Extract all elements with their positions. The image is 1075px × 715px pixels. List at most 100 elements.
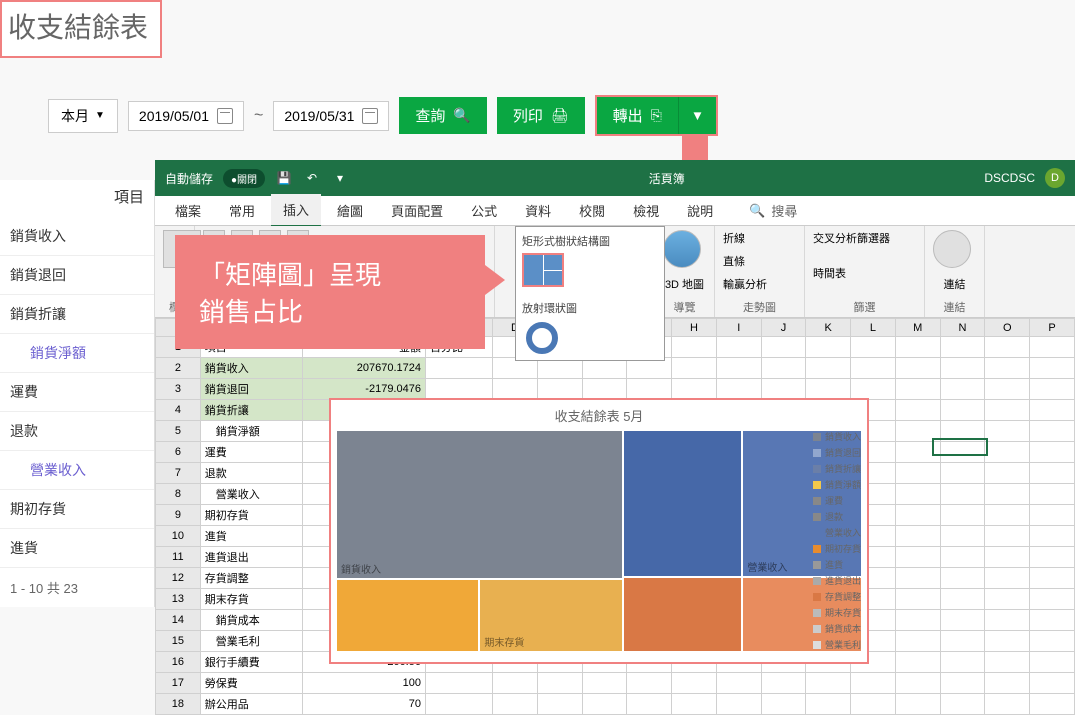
- cell[interactable]: [537, 379, 582, 400]
- cell[interactable]: [985, 337, 1030, 358]
- cell[interactable]: [895, 358, 940, 379]
- cell[interactable]: [582, 379, 627, 400]
- cell[interactable]: [895, 589, 940, 610]
- row-number[interactable]: 14: [156, 610, 201, 631]
- cell[interactable]: [985, 463, 1030, 484]
- cell[interactable]: [985, 568, 1030, 589]
- cell[interactable]: [895, 505, 940, 526]
- cell[interactable]: [940, 337, 985, 358]
- cell[interactable]: 期初存貨: [200, 505, 302, 526]
- cell[interactable]: 運費: [200, 442, 302, 463]
- cell[interactable]: [806, 694, 851, 715]
- col-header[interactable]: J: [761, 319, 806, 337]
- cell[interactable]: [895, 652, 940, 673]
- cell[interactable]: [806, 673, 851, 694]
- cell[interactable]: [761, 358, 806, 379]
- sparkline-line[interactable]: 折線: [723, 233, 745, 245]
- row-number[interactable]: 4: [156, 400, 201, 421]
- cell[interactable]: [895, 673, 940, 694]
- sidebar-item[interactable]: 進貨: [0, 529, 154, 568]
- cell[interactable]: [851, 673, 896, 694]
- export-button[interactable]: 轉出 ⎘: [597, 97, 679, 134]
- cell[interactable]: [895, 547, 940, 568]
- sidebar-item[interactable]: 銷貨折讓: [0, 295, 154, 334]
- cell[interactable]: [761, 337, 806, 358]
- cell[interactable]: 70: [303, 694, 426, 715]
- cell[interactable]: -2179.0476: [303, 379, 426, 400]
- cell[interactable]: [985, 610, 1030, 631]
- cell[interactable]: [1030, 421, 1075, 442]
- cell[interactable]: [806, 337, 851, 358]
- row-number[interactable]: 6: [156, 442, 201, 463]
- cell[interactable]: [940, 400, 985, 421]
- cell[interactable]: [895, 631, 940, 652]
- row-number[interactable]: 17: [156, 673, 201, 694]
- cell[interactable]: [985, 526, 1030, 547]
- sidebar-item[interactable]: 運費: [0, 373, 154, 412]
- cell[interactable]: [1030, 673, 1075, 694]
- cell[interactable]: [1030, 631, 1075, 652]
- cell[interactable]: [627, 673, 672, 694]
- cell[interactable]: 207670.1724: [303, 358, 426, 379]
- cell[interactable]: 進貨: [200, 526, 302, 547]
- row-number[interactable]: 12: [156, 568, 201, 589]
- cell[interactable]: [985, 400, 1030, 421]
- cell[interactable]: [895, 694, 940, 715]
- cell[interactable]: [761, 694, 806, 715]
- cell[interactable]: [672, 337, 717, 358]
- cell[interactable]: [851, 379, 896, 400]
- cell[interactable]: 銷貨成本: [200, 610, 302, 631]
- cell[interactable]: [985, 631, 1030, 652]
- cell[interactable]: [985, 547, 1030, 568]
- cell[interactable]: [985, 694, 1030, 715]
- cell[interactable]: [672, 673, 717, 694]
- cell[interactable]: [1030, 358, 1075, 379]
- cell[interactable]: [627, 379, 672, 400]
- cell[interactable]: [1030, 400, 1075, 421]
- 3d-map-icon[interactable]: [663, 230, 701, 268]
- tab-help[interactable]: 說明: [675, 195, 725, 226]
- cell[interactable]: [493, 379, 538, 400]
- cell[interactable]: [851, 694, 896, 715]
- cell[interactable]: [895, 568, 940, 589]
- row-number[interactable]: 18: [156, 694, 201, 715]
- cell[interactable]: [1030, 547, 1075, 568]
- period-dropdown[interactable]: 本月 ▼: [48, 99, 118, 133]
- cell[interactable]: [1030, 589, 1075, 610]
- cell[interactable]: [425, 358, 492, 379]
- cell[interactable]: [1030, 379, 1075, 400]
- save-icon[interactable]: 💾: [275, 169, 293, 187]
- cell[interactable]: [1030, 484, 1075, 505]
- cell[interactable]: [425, 379, 492, 400]
- cell[interactable]: [1030, 337, 1075, 358]
- cell[interactable]: [672, 379, 717, 400]
- cell[interactable]: [1030, 694, 1075, 715]
- cell[interactable]: [985, 484, 1030, 505]
- sidebar-item-subtotal[interactable]: 營業收入: [0, 451, 154, 490]
- timeline-item[interactable]: 時間表: [813, 268, 846, 280]
- cell[interactable]: [425, 673, 492, 694]
- cell[interactable]: [985, 421, 1030, 442]
- tab-draw[interactable]: 繪圖: [325, 195, 375, 226]
- cell[interactable]: [425, 694, 492, 715]
- cell[interactable]: [895, 526, 940, 547]
- tab-review[interactable]: 校閱: [567, 195, 617, 226]
- cell[interactable]: [806, 358, 851, 379]
- cell[interactable]: 辦公用品: [200, 694, 302, 715]
- cell[interactable]: [716, 694, 761, 715]
- link-icon[interactable]: [933, 230, 971, 268]
- cell[interactable]: [985, 442, 1030, 463]
- cell[interactable]: [716, 673, 761, 694]
- row-number[interactable]: 3: [156, 379, 201, 400]
- cell[interactable]: [895, 379, 940, 400]
- row-number[interactable]: 5: [156, 421, 201, 442]
- cell[interactable]: [537, 673, 582, 694]
- date-to-input[interactable]: 2019/05/31: [273, 101, 389, 131]
- undo-icon[interactable]: ↶: [303, 169, 321, 187]
- cell[interactable]: [806, 379, 851, 400]
- cell[interactable]: [1030, 526, 1075, 547]
- tab-view[interactable]: 檢視: [621, 195, 671, 226]
- cell[interactable]: [940, 379, 985, 400]
- cell[interactable]: [940, 589, 985, 610]
- tab-home[interactable]: 常用: [217, 195, 267, 226]
